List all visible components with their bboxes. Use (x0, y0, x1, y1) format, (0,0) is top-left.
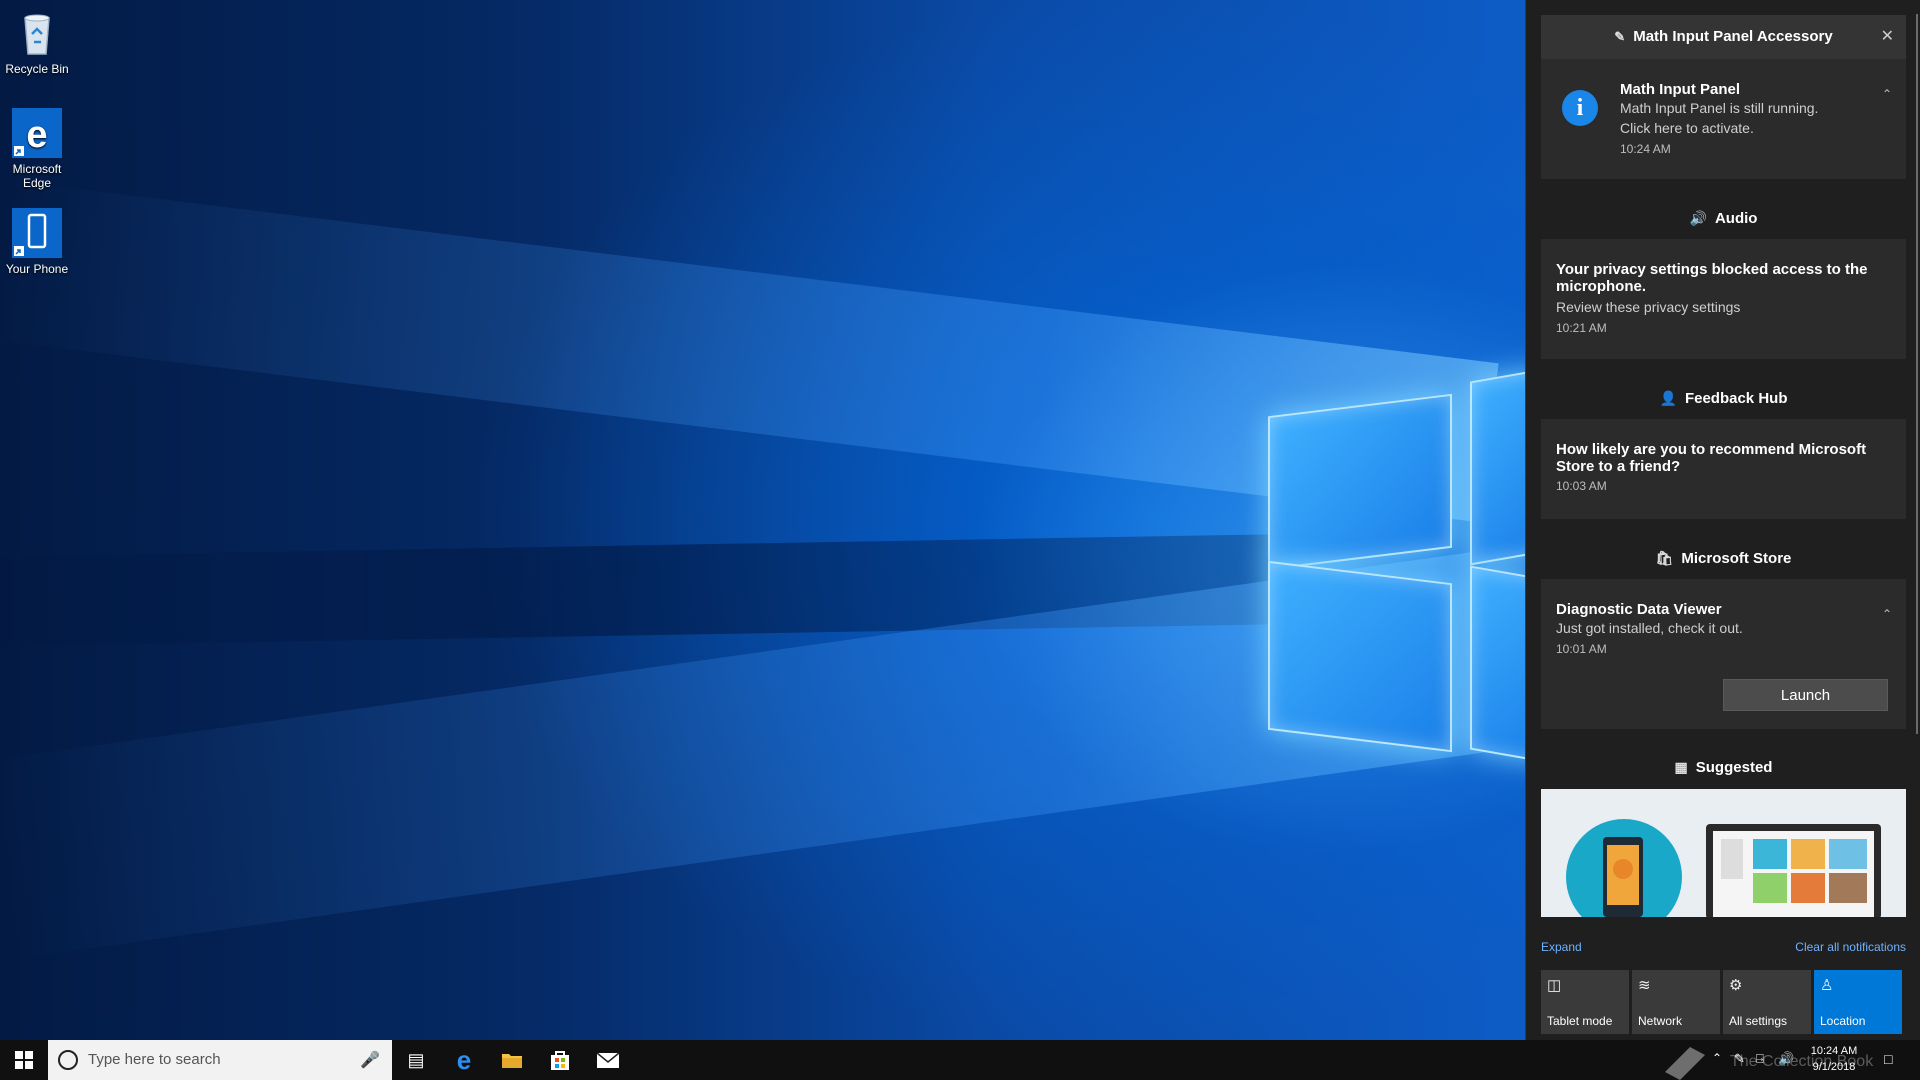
chevron-up-icon[interactable]: ⌃ (1882, 87, 1892, 101)
start-button[interactable] (0, 1040, 48, 1080)
desktop-wallpaper (0, 0, 1525, 1040)
quick-action-label: Tablet mode (1547, 1014, 1613, 1028)
notification-title: How likely are you to recommend Microsof… (1556, 441, 1867, 458)
notification-group-header[interactable]: 🔊 Audio (1541, 210, 1906, 227)
notification-time: 10:21 AM (1556, 321, 1607, 335)
close-icon[interactable]: ✕ (1881, 26, 1894, 46)
expand-link[interactable]: Expand (1541, 940, 1582, 954)
notification-group-header[interactable]: 🛍 Microsoft Store (1541, 550, 1906, 567)
clock-date: 9/1/2018 (1812, 1061, 1856, 1073)
search-placeholder: Type here to search (88, 1051, 221, 1068)
edge-icon: e (456, 1044, 472, 1075)
quick-action-network[interactable]: ≋ Network (1632, 970, 1720, 1034)
math-input-icon[interactable]: ✎ (1734, 1051, 1745, 1067)
cortana-icon (58, 1050, 78, 1070)
notification-time: 10:24 AM (1620, 142, 1671, 156)
notification-group-title: Suggested (1695, 759, 1773, 776)
launch-button[interactable]: Launch (1723, 679, 1888, 711)
notification-feedback-hub[interactable]: How likely are you to recommend Microsof… (1541, 419, 1906, 519)
store-icon: 🛍 (1655, 550, 1674, 566)
notification-title: Math Input Panel (1620, 81, 1740, 98)
location-icon: ♙ (1820, 977, 1834, 994)
notification-body: Math Input Panel is still running. (1620, 100, 1819, 116)
taskbar-store[interactable] (536, 1040, 584, 1080)
desktop-icon-label: Your Phone (5, 262, 69, 276)
microphone-icon[interactable]: 🎤 (360, 1050, 380, 1070)
phone-icon (12, 208, 62, 258)
notification-title: Your privacy settings blocked access to … (1556, 261, 1868, 278)
quick-action-label: Location (1820, 1014, 1866, 1028)
notification-time: 10:01 AM (1556, 642, 1607, 656)
gear-icon: ⚙ (1729, 977, 1743, 994)
taskbar: Type here to search 🎤 ▤ e The Collection… (0, 1040, 1920, 1080)
quick-action-label: Network (1638, 1014, 1683, 1028)
clear-all-notifications-link[interactable]: Clear all notifications (1795, 940, 1906, 954)
desktop-icon-microsoft-edge[interactable]: e Microsoft Edge (0, 108, 76, 190)
notification-group-title: Math Input Panel Accessory (1633, 28, 1833, 45)
notification-microsoft-store[interactable]: Diagnostic Data Viewer Just got installe… (1541, 579, 1906, 729)
notification-group-header[interactable]: 👤 Feedback Hub (1541, 390, 1906, 407)
clock-time: 10:24 AM (1810, 1045, 1858, 1057)
notification-title: microphone. (1556, 278, 1647, 295)
desktop-icon-label: Recycle Bin (5, 62, 69, 76)
notification-group-title: Microsoft Store (1681, 550, 1792, 567)
math-input-icon: ✎ (1614, 29, 1626, 44)
quick-action-all-settings[interactable]: ⚙ All settings (1723, 970, 1811, 1034)
action-center-scrollbar[interactable] (1916, 14, 1918, 734)
desktop-icon-your-phone[interactable]: Your Phone (0, 208, 76, 276)
quick-action-location[interactable]: ♙ Location (1814, 970, 1902, 1034)
taskbar-file-explorer[interactable] (488, 1040, 536, 1080)
quick-action-tablet-mode[interactable]: ◫ Tablet mode (1541, 970, 1629, 1034)
taskbar-mail[interactable] (584, 1040, 632, 1080)
notification-title: Store to a friend? (1556, 458, 1681, 475)
search-box[interactable]: Type here to search 🎤 (48, 1040, 392, 1080)
edge-icon: e (12, 108, 62, 158)
network-icon[interactable]: ⍈ (1756, 1051, 1764, 1067)
action-center-icon[interactable]: □ (1884, 1051, 1892, 1067)
clock[interactable]: 10:24 AM 9/1/2018 (1804, 1043, 1864, 1075)
info-icon: i (1562, 90, 1598, 126)
notification-body: Click here to activate. (1620, 120, 1754, 136)
mail-icon (596, 1052, 620, 1068)
quick-action-label: All settings (1729, 1014, 1788, 1028)
notification-body: Review these privacy settings (1556, 299, 1741, 315)
notification-audio[interactable]: Your privacy settings blocked access to … (1541, 239, 1906, 359)
speaker-icon: 🔊 (1689, 210, 1707, 226)
suggested-image[interactable] (1541, 789, 1906, 917)
notification-title: Diagnostic Data Viewer (1556, 601, 1722, 618)
notification-group-title: Audio (1714, 210, 1758, 227)
store-icon (551, 1051, 569, 1070)
task-view-icon: ▤ (407, 1049, 425, 1070)
watermark-logo-icon (1665, 1047, 1705, 1080)
folder-icon (502, 1054, 522, 1068)
svg-text:e: e (26, 114, 47, 156)
volume-icon[interactable]: 🔊 (1778, 1051, 1794, 1067)
notification-math-input-panel[interactable]: i Math Input Panel Math Input Panel is s… (1541, 59, 1906, 179)
notification-time: 10:03 AM (1556, 479, 1607, 493)
notification-body: Just got installed, check it out. (1556, 620, 1743, 636)
desktop-icon-recycle-bin[interactable]: Recycle Bin (0, 8, 76, 76)
taskbar-edge[interactable]: e (440, 1040, 488, 1080)
action-center: ✎ Math Input Panel Accessory ✕ i Math Inp… (1525, 0, 1920, 1040)
network-icon: ≋ (1638, 977, 1651, 994)
notification-group-title: Feedback Hub (1684, 390, 1788, 407)
system-tray: ⌃ ✎ ⍈ 🔊 10:24 AM 9/1/2018 □ (1708, 1040, 1920, 1080)
notification-group-header[interactable]: ✎ Math Input Panel Accessory ✕ (1541, 15, 1906, 59)
windows-logo-icon (15, 1051, 33, 1069)
task-view-button[interactable]: ▤ (392, 1040, 440, 1080)
tablet-mode-icon: ◫ (1547, 977, 1562, 994)
show-hidden-icons-icon[interactable]: ⌃ (1712, 1051, 1722, 1065)
desktop-icon-label: Microsoft Edge (12, 162, 62, 190)
recycle-bin-icon (12, 8, 62, 58)
chevron-up-icon[interactable]: ⌃ (1882, 607, 1892, 621)
notification-group-header[interactable]: ▦ Suggested (1541, 759, 1906, 776)
suggested-icon: ▦ (1674, 759, 1688, 775)
feedback-hub-icon: 👤 (1659, 390, 1677, 406)
